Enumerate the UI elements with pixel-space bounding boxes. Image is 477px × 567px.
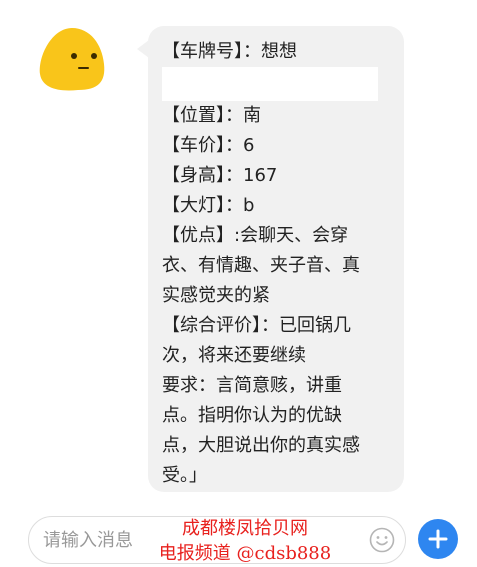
message-line: 实感觉夹的紧 <box>162 285 270 306</box>
input-placeholder: 请输入消息 <box>43 530 133 551</box>
message-line: 【综合评价】：已回锅几 <box>162 315 351 336</box>
message-bubble: 【车牌号】：想想 【位置】：南 【车价】：6 【身高】：167 【大灯】：b 【… <box>137 26 404 492</box>
message-line: 受。」 <box>162 465 207 486</box>
message-line: 【车价】：6 <box>162 135 255 156</box>
watermark: 成都楼凤拾贝网 电报频道 @cdsb888 <box>140 516 350 566</box>
message-line: 次，将来还要继续 <box>162 345 306 366</box>
avatar[interactable] <box>38 26 106 94</box>
redaction-box <box>162 67 378 101</box>
message-line: 【大灯】：b <box>162 195 255 216</box>
bubble-tail <box>137 40 149 58</box>
message-line: 【位置】：南 <box>162 105 261 126</box>
message-line: 点，大胆说出你的真实感 <box>162 435 360 456</box>
message-line: 要求：言简意赅，讲重 <box>162 375 342 396</box>
message-line: 衣、有情趣、夹子音、真 <box>162 255 360 276</box>
yellow-blob-avatar-icon <box>39 28 105 91</box>
message-line: 【车牌号】：想想 <box>162 41 297 62</box>
message-body: 【位置】：南 【车价】：6 【身高】：167 【大灯】：b 【优点】:会聊天、会… <box>162 101 390 491</box>
watermark-line: 电报频道 @cdsb888 <box>158 543 332 564</box>
message-line: 【优点】:会聊天、会穿 <box>162 225 349 246</box>
watermark-line: 成都楼凤拾贝网 <box>182 518 308 539</box>
message-line: 【身高】：167 <box>162 165 278 186</box>
smiley-icon[interactable] <box>369 527 395 553</box>
message-line: 点。指明你认为的优缺 <box>162 405 342 426</box>
plus-button[interactable] <box>418 519 458 559</box>
plus-icon <box>428 529 448 549</box>
